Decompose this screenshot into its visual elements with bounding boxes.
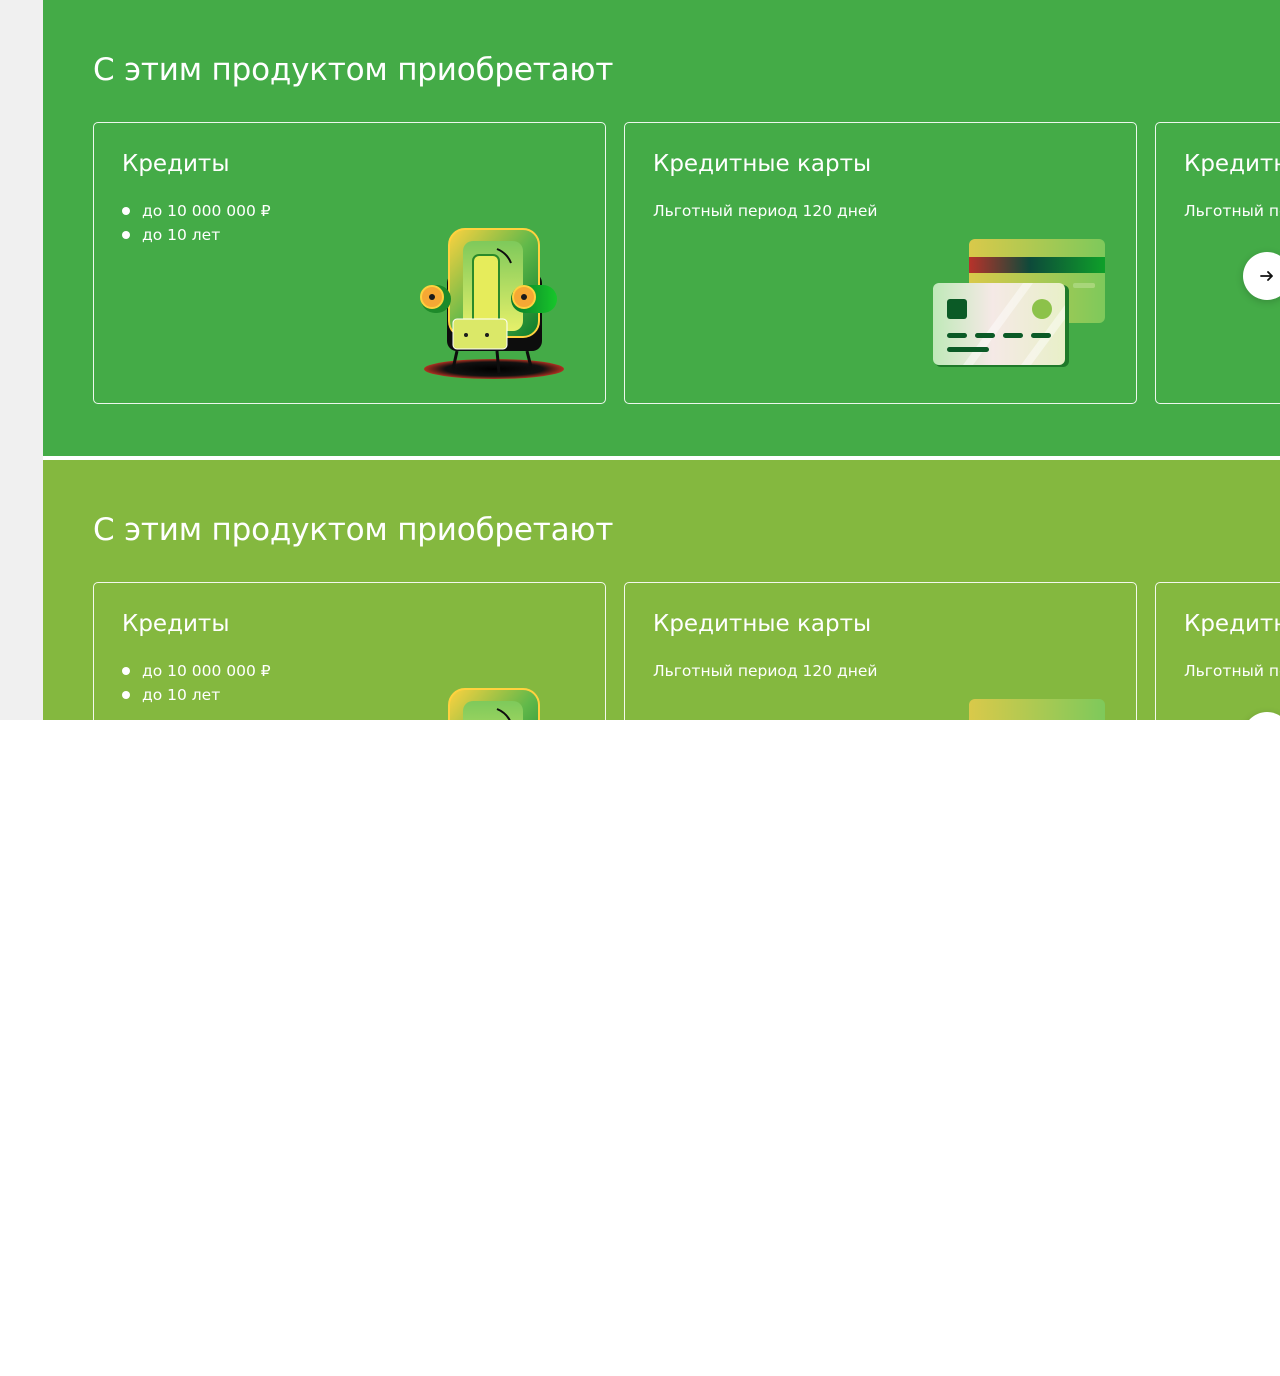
related-products-section: С этим продуктом приобретают Кредиты до … <box>43 0 1280 456</box>
card-subtitle: Льготный период 120 дней <box>1184 202 1280 220</box>
armchair-illustration <box>448 688 540 720</box>
product-card-credit-cards[interactable]: Кредитные карты Льготный период 120 дней <box>624 582 1137 720</box>
list-item: до 10 000 000 ₽ <box>122 659 271 683</box>
armchair-illustration <box>420 228 564 379</box>
bullet-icon <box>122 231 130 239</box>
card-subtitle: Льготный период 120 дней <box>653 202 878 220</box>
list-item: до 10 лет <box>122 223 271 247</box>
card-features: до 10 000 000 ₽ до 10 лет <box>122 659 271 707</box>
arrow-right-icon <box>1260 271 1273 281</box>
bullet-icon <box>122 207 130 215</box>
credit-cards-illustration <box>933 239 1105 367</box>
card-subtitle: Льготный период 120 дней <box>1184 662 1280 680</box>
product-card-loans[interactable]: Кредиты до 10 000 000 ₽ до 10 лет <box>93 122 606 404</box>
product-card-credit-cards-partial[interactable]: Кредитные карты Льготный период 120 дней <box>1155 582 1280 720</box>
related-products-section: С этим продуктом приобретают Кредиты до … <box>43 460 1280 720</box>
card-title: Кредитные карты <box>1184 151 1280 177</box>
list-item: до 10 лет <box>122 683 271 707</box>
product-card-loans[interactable]: Кредиты до 10 000 000 ₽ до 10 лет <box>93 582 606 720</box>
card-title: Кредиты <box>122 611 230 637</box>
left-gutter <box>0 0 43 720</box>
card-title: Кредиты <box>122 151 230 177</box>
section-title: С этим продуктом приобретают <box>93 52 614 88</box>
card-title: Кредитные карты <box>653 611 872 637</box>
credit-cards-illustration <box>969 699 1105 720</box>
section-title: С этим продуктом приобретают <box>93 512 614 548</box>
card-features: до 10 000 000 ₽ до 10 лет <box>122 199 271 247</box>
bullet-icon <box>122 691 130 699</box>
product-card-credit-cards[interactable]: Кредитные карты Льготный период 120 дней <box>624 122 1137 404</box>
bullet-icon <box>122 667 130 675</box>
card-title: Кредитные карты <box>1184 611 1280 637</box>
card-title: Кредитные карты <box>653 151 872 177</box>
card-subtitle: Льготный период 120 дней <box>653 662 878 680</box>
list-item: до 10 000 000 ₽ <box>122 199 271 223</box>
